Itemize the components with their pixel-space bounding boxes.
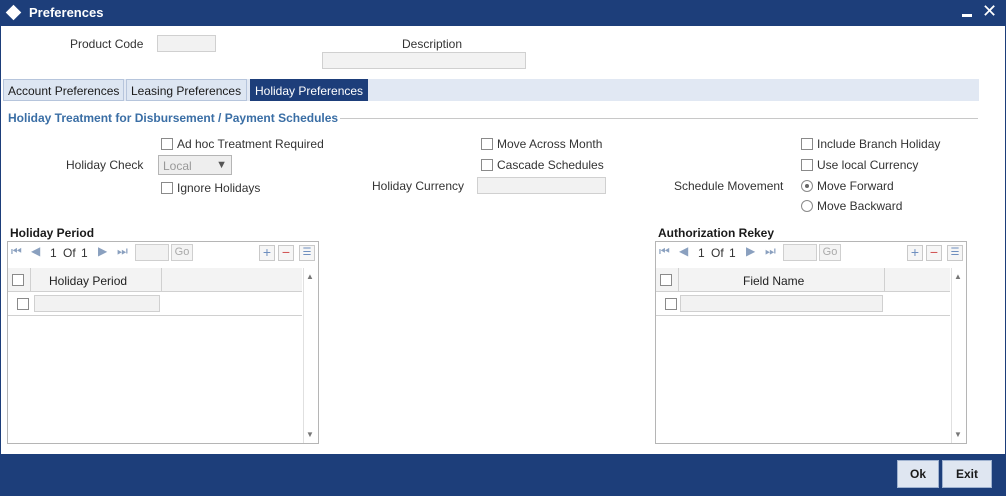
- ignore-holidays-checkbox[interactable]: [161, 182, 173, 194]
- single-view-icon[interactable]: ☰: [299, 245, 315, 261]
- next-page-icon[interactable]: ▶: [98, 244, 107, 258]
- delete-row-icon[interactable]: −: [278, 245, 294, 261]
- rekey-page-of: Of: [711, 246, 724, 260]
- rekey-go-button[interactable]: Go: [819, 244, 841, 261]
- move-backward-label: Move Backward: [817, 199, 903, 213]
- adhoc-treatment-label: Ad hoc Treatment Required: [177, 137, 324, 151]
- move-forward-radio[interactable]: [801, 180, 813, 192]
- holiday-page-total: 1: [81, 246, 88, 260]
- field-name-column-header[interactable]: Field Name: [743, 274, 804, 288]
- diamond-icon: [5, 4, 22, 21]
- tab-leasing-preferences[interactable]: Leasing Preferences: [126, 79, 247, 101]
- last-page-icon[interactable]: ⏭: [765, 244, 776, 259]
- holiday-period-column-header[interactable]: Holiday Period: [49, 274, 127, 288]
- rekey-page-total: 1: [729, 246, 736, 260]
- use-local-currency-label: Use local Currency: [817, 158, 919, 172]
- rekey-page-input[interactable]: [783, 244, 817, 261]
- holiday-check-value: Local: [163, 159, 192, 173]
- holiday-check-select[interactable]: Local ▼: [158, 155, 232, 175]
- include-branch-holiday-label: Include Branch Holiday: [817, 137, 941, 151]
- chevron-down-icon: ▼: [216, 159, 227, 171]
- column-divider: [161, 268, 162, 292]
- product-code-label: Product Code: [70, 37, 144, 51]
- title-bar: Preferences ✕: [0, 0, 1006, 26]
- first-page-icon[interactable]: ⏮: [659, 244, 670, 259]
- next-page-icon[interactable]: ▶: [746, 244, 755, 258]
- last-page-icon[interactable]: ⏭: [117, 244, 128, 259]
- holiday-grid-scrollbar[interactable]: ▲ ▼: [303, 268, 315, 443]
- column-divider: [30, 268, 31, 292]
- holiday-select-all-checkbox[interactable]: [12, 274, 24, 286]
- holiday-check-label: Holiday Check: [66, 158, 144, 172]
- scroll-down-icon[interactable]: ▼: [306, 430, 314, 439]
- row-divider: [656, 315, 950, 316]
- close-icon[interactable]: ✕: [982, 1, 997, 22]
- section-divider: [340, 118, 978, 119]
- tab-account-preferences[interactable]: Account Preferences: [3, 79, 124, 101]
- holiday-page-input[interactable]: [135, 244, 169, 261]
- rekey-select-all-checkbox[interactable]: [660, 274, 672, 286]
- cascade-schedules-label: Cascade Schedules: [497, 158, 604, 172]
- holiday-page-current: 1: [50, 246, 57, 260]
- footer-bar: [0, 454, 1006, 496]
- scroll-down-icon[interactable]: ▼: [954, 430, 962, 439]
- adhoc-treatment-checkbox[interactable]: [161, 138, 173, 150]
- minimize-icon[interactable]: [962, 14, 972, 17]
- holiday-period-cell-input[interactable]: [34, 295, 160, 312]
- rekey-page-current: 1: [698, 246, 705, 260]
- description-field[interactable]: [322, 52, 526, 69]
- prev-page-icon[interactable]: ◀: [31, 244, 40, 258]
- holiday-currency-field[interactable]: [477, 177, 606, 194]
- first-page-icon[interactable]: ⏮: [11, 244, 22, 259]
- exit-button[interactable]: Exit: [942, 460, 992, 488]
- schedule-movement-label: Schedule Movement: [674, 179, 784, 193]
- holiday-page-of: Of: [63, 246, 76, 260]
- holiday-period-title: Holiday Period: [10, 226, 95, 240]
- add-row-icon[interactable]: +: [907, 245, 923, 261]
- column-divider: [678, 268, 679, 292]
- ignore-holidays-label: Ignore Holidays: [177, 181, 261, 195]
- include-branch-holiday-checkbox[interactable]: [801, 138, 813, 150]
- add-row-icon[interactable]: +: [259, 245, 275, 261]
- use-local-currency-checkbox[interactable]: [801, 159, 813, 171]
- column-divider: [884, 268, 885, 292]
- scroll-up-icon[interactable]: ▲: [954, 272, 962, 281]
- single-view-icon[interactable]: ☰: [947, 245, 963, 261]
- move-across-month-label: Move Across Month: [497, 137, 603, 151]
- description-label: Description: [402, 37, 463, 51]
- move-forward-label: Move Forward: [817, 179, 894, 193]
- holiday-row-checkbox[interactable]: [17, 298, 29, 310]
- move-backward-radio[interactable]: [801, 200, 813, 212]
- tab-holiday-preferences[interactable]: Holiday Preferences: [250, 79, 368, 101]
- rekey-row-checkbox[interactable]: [665, 298, 677, 310]
- row-divider: [8, 315, 302, 316]
- scroll-up-icon[interactable]: ▲: [306, 272, 314, 281]
- section-title: Holiday Treatment for Disbursement / Pay…: [8, 111, 339, 125]
- rekey-grid-scrollbar[interactable]: ▲ ▼: [951, 268, 963, 443]
- prev-page-icon[interactable]: ◀: [679, 244, 688, 258]
- cascade-schedules-checkbox[interactable]: [481, 159, 493, 171]
- holiday-currency-label: Holiday Currency: [372, 179, 465, 193]
- product-code-field[interactable]: [157, 35, 216, 52]
- ok-button[interactable]: Ok: [897, 460, 939, 488]
- window-title: Preferences: [29, 5, 104, 20]
- move-across-month-checkbox[interactable]: [481, 138, 493, 150]
- field-name-cell-input[interactable]: [680, 295, 883, 312]
- delete-row-icon[interactable]: −: [926, 245, 942, 261]
- authorization-rekey-title: Authorization Rekey: [658, 226, 775, 240]
- holiday-go-button[interactable]: Go: [171, 244, 193, 261]
